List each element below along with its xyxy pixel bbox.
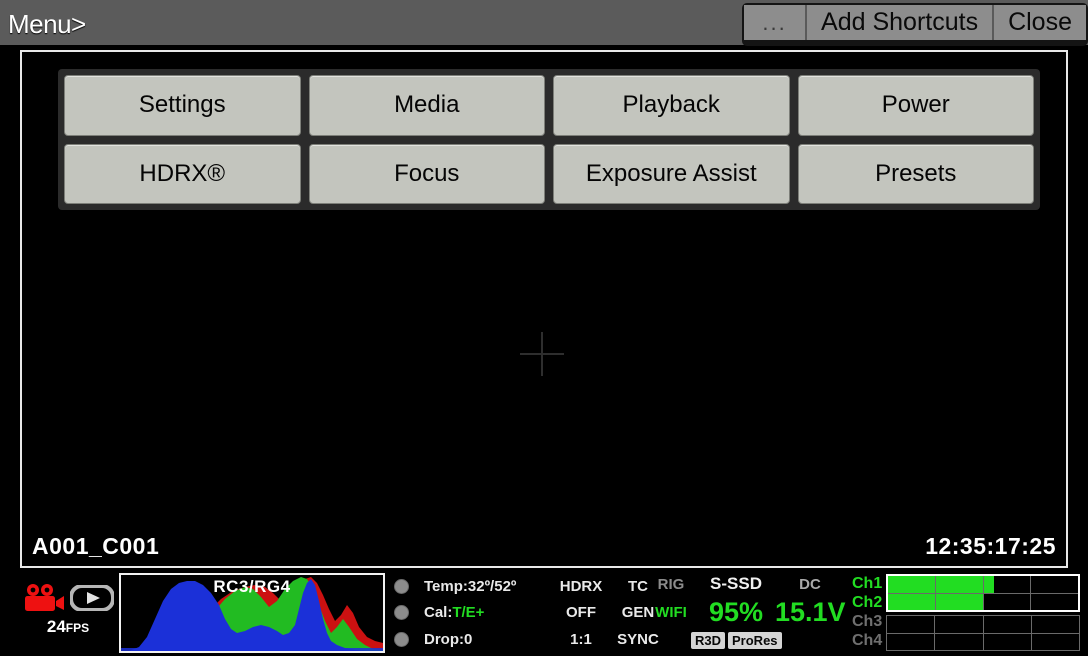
audio-label-ch3: Ch3 — [852, 613, 883, 630]
hdrx-label: HDRX — [559, 577, 603, 595]
cal-value: T/E+ — [452, 604, 485, 622]
temp-label: Temp: — [424, 577, 468, 595]
shortcut-menu-panel: Settings Media Playback Power HDRX® Focu… — [58, 69, 1040, 210]
audio-meter-group-idle — [886, 615, 1080, 651]
fps-value: 24 — [46, 617, 66, 636]
drop-label: Drop: — [424, 631, 464, 649]
clip-name: A001_C001 — [32, 533, 160, 559]
record-icons — [22, 580, 114, 616]
audio-meter-ch1 — [888, 576, 1078, 593]
histogram-label: RC3/RG4 — [213, 577, 291, 596]
badge-prores[interactable]: ProRes — [728, 632, 782, 649]
audio-meter-group-active — [886, 574, 1080, 612]
audio-meters-block[interactable]: Ch1 Ch2 Ch3 Ch4 — [852, 574, 1080, 652]
fps-unit: FPS — [65, 621, 90, 635]
more-options-button[interactable]: ... — [744, 5, 807, 40]
status-dot-1 — [394, 578, 409, 594]
codec-badges: R3D ProRes — [691, 632, 845, 649]
timecode-display: 12:35:17:25 — [925, 533, 1056, 559]
audio-channel-labels: Ch1 Ch2 Ch3 Ch4 — [852, 574, 886, 652]
audio-level-ch1 — [888, 576, 995, 593]
audio-meter-ch4 — [887, 633, 1079, 650]
menu-button-power[interactable]: Power — [797, 75, 1034, 136]
play-button-icon[interactable] — [70, 585, 114, 611]
status-bar: 24FPS RC3/RG4 Temp:32º/52º HDRX TC Cal:T… — [0, 570, 1088, 656]
camera-viewport[interactable]: Settings Media Playback Power HDRX® Focu… — [20, 50, 1068, 568]
topbar-button-group: ... Add Shortcuts Close — [742, 3, 1088, 46]
audio-meter-ch3 — [887, 616, 1079, 633]
audio-level-ch2 — [888, 594, 983, 610]
record-status-block[interactable]: 24FPS — [22, 580, 114, 637]
cal-label: Cal: — [424, 604, 453, 622]
movie-camera-icon — [25, 584, 64, 611]
hdrx-state: OFF — [566, 604, 596, 622]
close-button[interactable]: Close — [993, 5, 1086, 40]
badge-r3d[interactable]: R3D — [691, 632, 726, 649]
add-shortcuts-button[interactable]: Add Shortcuts — [806, 5, 994, 40]
audio-meter-ch2 — [888, 593, 1078, 610]
ssd-capacity-value: 95% — [708, 596, 764, 627]
audio-label-ch4: Ch4 — [852, 632, 883, 649]
dc-voltage-value: 15.1V — [775, 596, 846, 627]
drop-value: 0 — [464, 631, 473, 649]
menu-button-exposure-assist[interactable]: Exposure Assist — [553, 143, 790, 204]
audio-label-ch1: Ch1 — [852, 575, 883, 592]
audio-label-ch2: Ch2 — [852, 594, 883, 611]
menu-button-playback[interactable]: Playback — [553, 75, 790, 136]
rgb-histogram[interactable]: RC3/RG4 — [119, 573, 385, 653]
camera-ui-root: Menu> ... Add Shortcuts Close Settings M… — [0, 0, 1088, 656]
menu-button-media[interactable]: Media — [308, 75, 545, 136]
temp-value: 32º/52º — [467, 577, 517, 595]
center-crosshair-icon — [520, 332, 564, 376]
metrics-grid: Temp:32º/52º HDRX TC Cal:T/E+ OFF GEN Dr… — [390, 573, 659, 653]
status-dot-2 — [394, 605, 409, 621]
fps-indicator: 24FPS — [22, 617, 114, 637]
temp-readout: Temp:32º/52º — [424, 578, 552, 595]
status-dot-3 — [394, 632, 409, 648]
menu-button-presets[interactable]: Presets — [797, 143, 1034, 204]
top-bar: Menu> ... Add Shortcuts Close — [0, 0, 1088, 46]
hdrx-ratio: 1:1 — [570, 631, 592, 649]
cal-readout: Cal:T/E+ — [424, 604, 552, 621]
menu-breadcrumb[interactable]: Menu> — [8, 9, 86, 40]
menu-button-hdrx[interactable]: HDRX® — [64, 143, 301, 204]
audio-meter-columns — [886, 574, 1080, 652]
connectivity-block: RIG S-SSD DC WIFI 95% 15.1V R3D ProRes — [645, 573, 846, 653]
drop-readout: Drop:0 — [424, 631, 552, 648]
dc-label: DC — [799, 575, 821, 593]
menu-button-settings[interactable]: Settings — [64, 75, 301, 136]
wifi-label: WIFI — [655, 603, 687, 621]
menu-button-focus[interactable]: Focus — [308, 143, 545, 204]
ssd-label: S-SSD — [710, 574, 762, 593]
rig-label: RIG — [657, 575, 685, 593]
